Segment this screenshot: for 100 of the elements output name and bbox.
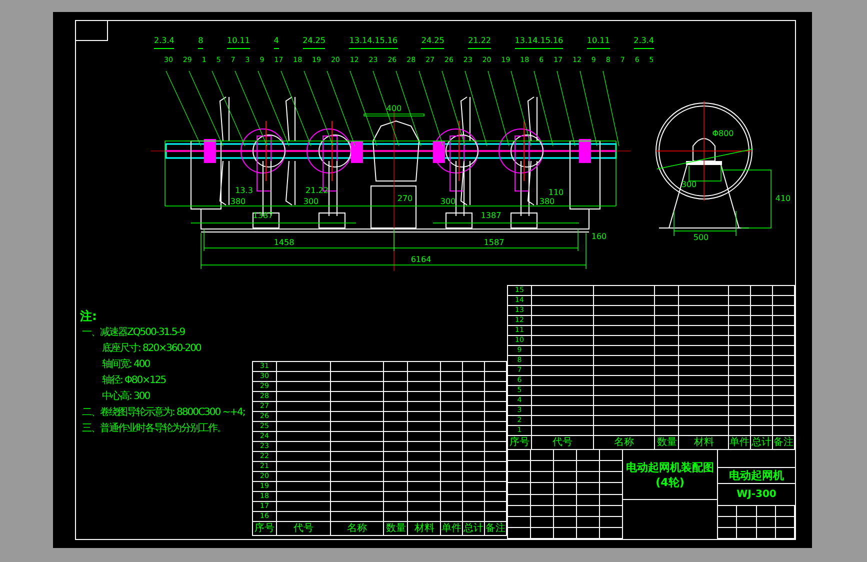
table-cell [384,432,408,442]
table-cell [729,336,752,346]
dimension-label: 380 [539,197,555,206]
table-cell [408,492,442,502]
table-cell [655,406,680,416]
table-cell [330,392,384,402]
table-cell [729,356,752,366]
table-cell [463,472,486,482]
table-cell [594,336,656,346]
table-cell [463,452,486,462]
part-balloon-label: 2.3.4 [634,37,654,49]
table-cell [276,512,331,522]
note-line: 一、减速器ZQ500-31.5-9 [82,326,185,339]
table-cell [655,306,680,316]
table-cell [594,356,656,366]
table-cell [729,346,752,356]
table-cell [441,422,464,432]
table-cell [531,506,554,517]
table-cell [679,426,730,436]
table-cell [751,306,774,316]
table-cell [463,382,486,392]
product-name: 电动起网机 [729,470,784,481]
table-cell [679,336,730,346]
table-cell [330,432,384,442]
dimension-label: 270 [397,194,413,203]
table-cell [600,506,623,517]
part-balloon-label: 13.14.15.16 [514,37,564,49]
table-cell [441,372,464,382]
table-cell [384,422,408,432]
dimension-label: 13.3 [235,186,253,195]
table-cell [330,462,384,472]
table-cell [330,472,384,482]
table-cell [532,316,594,326]
table-cell [679,296,730,306]
dimension-label: 300 [303,197,319,206]
note-line: 底座尺寸: 820×360-200 [102,342,201,355]
table-cell [441,462,464,472]
table-cell [751,386,774,396]
table-cell [532,416,594,426]
drawing-subtitle: (4轮) [656,476,684,488]
table-cell [330,442,384,452]
table-cell [594,396,656,406]
table-cell [554,483,577,494]
table-cell [532,356,594,366]
note-line: 轴间宽: 400 [102,358,150,371]
part-balloon-label: 4 [274,37,279,49]
dimension-label: 410 [775,194,791,203]
table-cell [441,392,464,402]
table-cell [441,502,464,512]
table-cell [276,482,331,492]
column-header: 数量 [655,436,680,450]
table-cell [679,366,730,376]
note-line: 三、普通作业时各导轮为分别工作。 [82,422,226,435]
table-cell [655,356,680,366]
table-cell [532,346,594,356]
table-cell [532,296,594,306]
column-header: 序号 [508,436,532,450]
note-line: 中心高: 300 [102,390,150,403]
table-cell [594,416,656,426]
table-cell [554,450,577,462]
table-cell [679,326,730,336]
dimension-label: 380 [230,197,246,206]
table-cell [594,376,656,386]
table-cell [441,432,464,442]
dimension-label: 500 [693,233,709,242]
table-cell [679,386,730,396]
table-cell [330,512,384,522]
table-cell [679,316,730,326]
table-cell [600,450,623,462]
part-balloon-label: 10.11 [586,37,610,49]
part-balloon-label: 24.25 [421,37,444,49]
column-header: 总计 [751,436,774,450]
table-cell [408,422,442,432]
table-cell [441,452,464,462]
table-cell [384,492,408,502]
table-cell [408,472,442,482]
table-cell [751,296,774,306]
table-cell [554,461,577,472]
table-cell [751,346,774,356]
table-cell [655,316,680,326]
table-cell [441,402,464,412]
table-cell [531,516,554,528]
table-cell [276,392,331,402]
table-cell [751,376,774,386]
table-cell [384,462,408,472]
table-cell [655,296,680,306]
column-header: 代号 [276,522,331,536]
table-cell [729,376,752,386]
table-cell [531,450,554,462]
table-cell [463,482,486,492]
table-cell [463,432,486,442]
table-cell [532,386,594,396]
table-cell [594,296,656,306]
table-cell [441,442,464,452]
table-cell [751,396,774,406]
table-cell [594,316,656,326]
column-header: 名称 [330,522,384,536]
table-cell [554,516,577,528]
table-cell [441,492,464,502]
table-cell [330,502,384,512]
